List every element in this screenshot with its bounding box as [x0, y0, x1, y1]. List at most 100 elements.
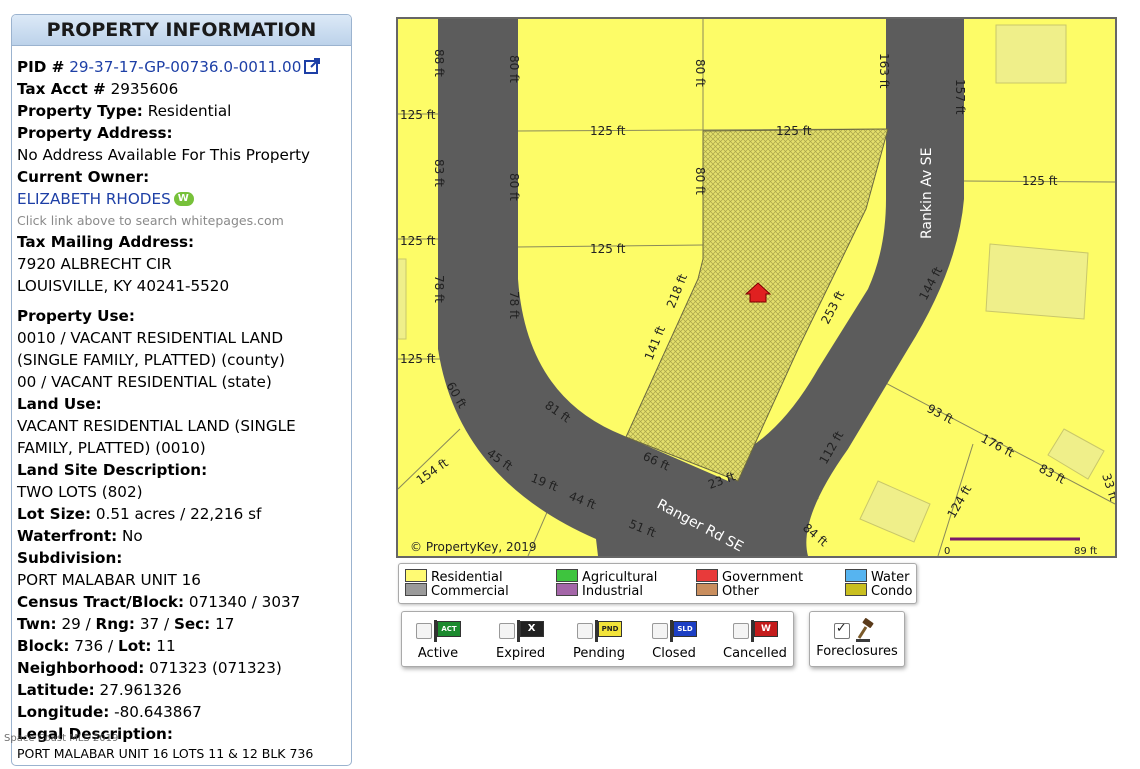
dimension-label: 125 ft [400, 108, 436, 122]
whitepages-hint: Click link above to search whitepages.co… [17, 213, 284, 228]
latitude-value: 27.961326 [99, 681, 182, 699]
subdivision-label: Subdivision: [17, 549, 123, 567]
parcel-map[interactable]: 88 ft 80 ft 80 ft 163 ft 157 ft 125 ft 1… [396, 17, 1117, 558]
map-canvas: 88 ft 80 ft 80 ft 163 ft 157 ft 125 ft 1… [398, 19, 1115, 556]
dimension-label: 125 ft [400, 352, 436, 366]
dimension-label: 157 ft [953, 79, 967, 115]
legend-condo: Condo [845, 583, 912, 599]
block-value: 736 [74, 637, 104, 655]
land-site-value: TWO LOTS (802) [17, 483, 143, 501]
expired-checkbox[interactable] [498, 623, 515, 639]
rng-value: 37 [139, 615, 160, 633]
dimension-label: 125 ft [590, 124, 626, 138]
cancelled-flag-icon: W [750, 620, 778, 642]
property-use-line2: (SINGLE FAMILY, PLATTED) (county) [17, 351, 285, 369]
agricultural-swatch [556, 569, 578, 582]
building-shape [398, 258, 407, 340]
lot-size-row: Lot Size: 0.51 acres / 22,216 sf [17, 503, 351, 525]
filter-foreclosures[interactable]: Foreclosures [809, 611, 905, 667]
block-lot-row: Block: 736 / Lot: 11 [17, 637, 176, 655]
census-value: 071340 / 3037 [188, 593, 301, 611]
dimension-label: 125 ft [400, 234, 436, 248]
lot-label: Lot: [118, 637, 152, 655]
foreclosures-label: Foreclosures [816, 644, 898, 659]
residential-swatch [405, 569, 427, 582]
legend-label: Other [722, 584, 759, 599]
property-info-panel: PROPERTY INFORMATION PID # 29-37-17-GP-0… [11, 14, 352, 766]
map-copyright: © PropertyKey, 2019 [410, 540, 537, 554]
dimension-label: 125 ft [776, 124, 812, 138]
closed-flag-icon: SLD [670, 620, 697, 642]
neighborhood-label: Neighborhood: [17, 659, 145, 677]
longitude-row: Longitude: -80.643867 [17, 701, 351, 723]
pid-link[interactable]: 29-37-17-GP-00736.0-0011.00 [69, 58, 301, 76]
land-use-line2: FAMILY, PLATTED) (0010) [17, 439, 206, 457]
scale-end-label: 89 ft [1074, 546, 1097, 556]
listing-status-filters: ACT Active X Expired PND Pending SLD Clo… [401, 611, 794, 667]
foreclosures-checkbox[interactable] [833, 621, 850, 639]
tax-acct-value: 2935606 [110, 80, 179, 98]
tax-acct-label: Tax Acct # [17, 80, 106, 98]
mailing-line1: 7920 ALBRECHT CIR [17, 255, 172, 273]
dimension-label: 80 ft [507, 55, 521, 83]
building-shape [859, 480, 931, 543]
dimension-label: 33 ft [1099, 472, 1115, 503]
foreclosures-controls [810, 618, 904, 644]
filter-pending[interactable]: PND Pending [573, 620, 625, 661]
closed-label: Closed [652, 646, 696, 661]
industrial-swatch [556, 583, 578, 596]
closed-checkbox[interactable] [652, 623, 668, 639]
filter-closed[interactable]: SLD Closed [652, 620, 697, 661]
dimension-label: 154 ft [414, 455, 451, 487]
property-use-line3: 00 / VACANT RESIDENTIAL (state) [17, 373, 272, 391]
rng-label: Rng: [95, 615, 135, 633]
property-type-row: Property Type: Residential [17, 100, 351, 122]
building-shape [995, 24, 1067, 84]
census-label: Census Tract/Block: [17, 593, 185, 611]
street-label-rankin: Rankin Av SE [919, 148, 935, 239]
latitude-row: Latitude: 27.961326 [17, 679, 351, 701]
dimension-label: 80 ft [693, 167, 707, 195]
panel-title: PROPERTY INFORMATION [12, 15, 351, 46]
dimension-label: 125 ft [1022, 174, 1058, 188]
dimension-label: 88 ft [432, 49, 446, 77]
dimension-label: 83 ft [1037, 461, 1068, 487]
filter-cancelled[interactable]: W Cancelled [723, 620, 787, 661]
active-checkbox[interactable] [416, 623, 432, 639]
whitepages-icon[interactable]: W [173, 192, 194, 206]
pid-label: PID # [17, 58, 65, 76]
longitude-label: Longitude: [17, 703, 110, 721]
land-use-label: Land Use: [17, 395, 102, 413]
subdivision-value: PORT MALABAR UNIT 16 [17, 571, 201, 589]
property-use-label: Property Use: [17, 307, 135, 325]
scale-start-label: 0 [944, 546, 950, 556]
filter-expired[interactable]: X Expired [496, 620, 545, 661]
external-link-icon[interactable] [304, 58, 321, 74]
legend-commercial: Commercial [405, 583, 509, 599]
census-row: Census Tract/Block: 071340 / 3037 [17, 591, 351, 613]
twn-label: Twn: [17, 615, 57, 633]
dimension-label: 176 ft [979, 431, 1017, 460]
property-use-line1: 0010 / VACANT RESIDENTIAL LAND [17, 329, 284, 347]
expired-label: Expired [496, 646, 546, 661]
pid-row: PID # 29-37-17-GP-00736.0-0011.00 [17, 56, 351, 78]
dimension-label: 125 ft [590, 242, 626, 256]
tax-mailing-label: Tax Mailing Address: [17, 233, 195, 251]
active-label: Active [417, 646, 459, 661]
property-address-label: Property Address: [17, 124, 173, 142]
latitude-label: Latitude: [17, 681, 95, 699]
cancelled-checkbox[interactable] [732, 623, 749, 639]
lot-size-label: Lot Size: [17, 505, 92, 523]
twn-value: 29 [61, 615, 81, 633]
condo-swatch [845, 583, 867, 596]
property-address-value: No Address Available For This Property [17, 146, 311, 164]
dimension-label: 93 ft [925, 401, 956, 427]
filter-active[interactable]: ACT Active [416, 620, 461, 661]
gavel-icon [856, 618, 874, 642]
sec-value: 17 [215, 615, 235, 633]
owner-link[interactable]: ELIZABETH RHODES [17, 190, 171, 208]
legend-industrial: Industrial [556, 583, 643, 599]
pending-checkbox[interactable] [576, 623, 593, 639]
scale-bar: 0 89 ft [944, 537, 1097, 556]
dimension-label: 80 ft [693, 59, 707, 87]
